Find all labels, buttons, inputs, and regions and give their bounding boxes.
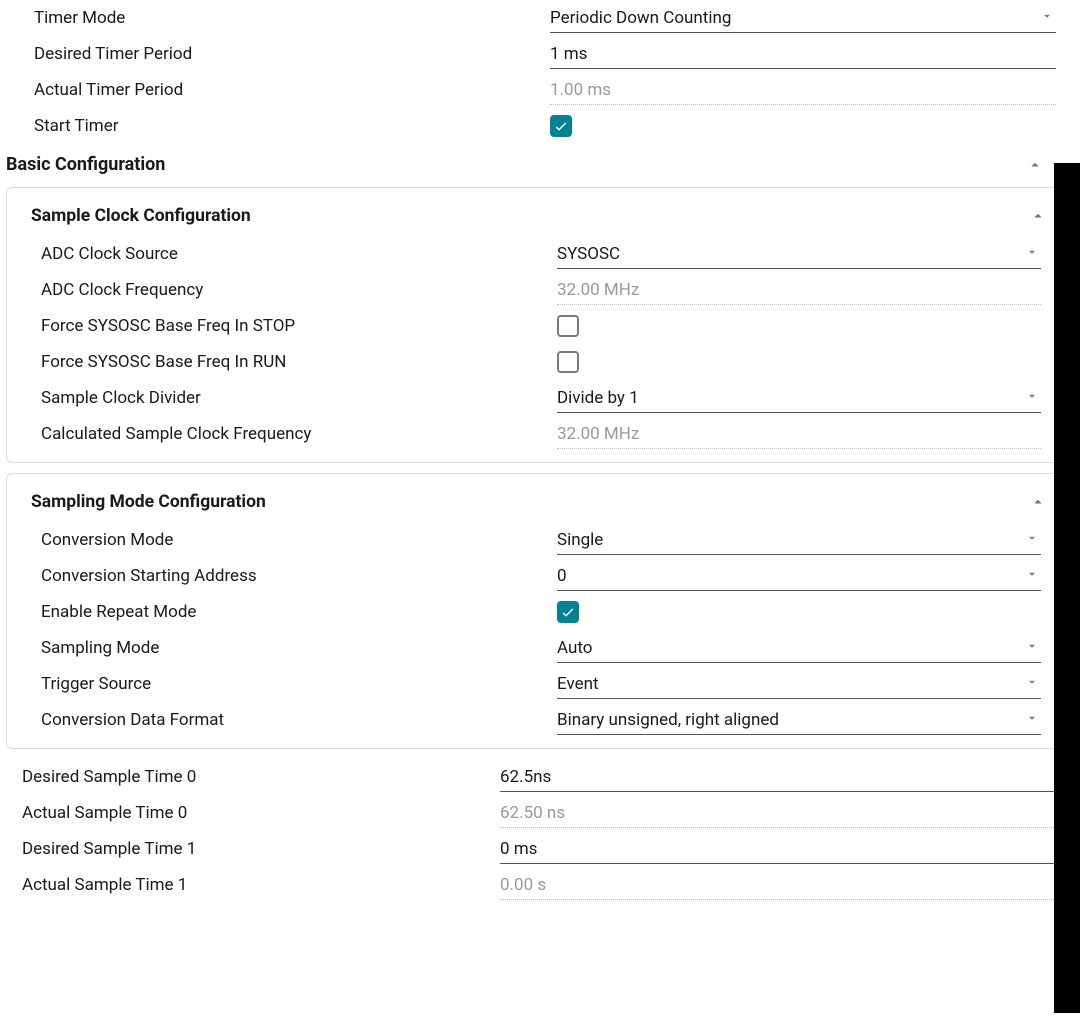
input-desired-sample-time-0[interactable]: 62.5ns	[500, 763, 1056, 792]
select-sample-clock-divider-value: Divide by 1	[557, 388, 639, 408]
row-start-timer: Start Timer	[0, 108, 1080, 144]
row-conversion-data-format: Conversion Data Format Binary unsigned, …	[7, 702, 1065, 738]
row-trigger-source: Trigger Source Event	[7, 666, 1065, 702]
caret-down-icon	[1040, 8, 1054, 28]
label-conversion-mode: Conversion Mode	[7, 530, 557, 550]
select-sampling-mode[interactable]: Auto	[557, 634, 1041, 663]
card-sampling-mode-configuration: Sampling Mode Configuration Conversion M…	[6, 473, 1066, 749]
label-force-sysosc-stop: Force SYSOSC Base Freq In STOP	[7, 316, 557, 336]
label-desired-timer-period: Desired Timer Period	[0, 44, 550, 64]
readout-actual-sample-time-0: 62.50 ns	[500, 799, 1056, 828]
label-enable-repeat-mode: Enable Repeat Mode	[7, 602, 557, 622]
row-actual-timer-period: Actual Timer Period 1.00 ms	[0, 72, 1080, 108]
select-adc-clock-source-value: SYSOSC	[557, 244, 620, 264]
label-actual-sample-time-0: Actual Sample Time 0	[0, 803, 500, 823]
row-adc-clock-source: ADC Clock Source SYSOSC	[7, 236, 1065, 272]
row-desired-sample-time-0: Desired Sample Time 0 62.5ns	[0, 759, 1080, 795]
label-actual-sample-time-1: Actual Sample Time 1	[0, 875, 500, 895]
label-start-timer: Start Timer	[0, 116, 550, 136]
card-sampling-mode-title: Sampling Mode Configuration	[31, 492, 266, 512]
row-desired-timer-period: Desired Timer Period 1 ms	[0, 36, 1080, 72]
select-conversion-mode-value: Single	[557, 530, 603, 550]
config-page: Timer Mode Periodic Down Counting Desire…	[0, 0, 1080, 903]
chevron-up-icon	[1029, 493, 1047, 511]
chevron-up-icon	[1026, 156, 1044, 174]
card-sample-clock-header[interactable]: Sample Clock Configuration	[7, 192, 1065, 236]
caret-down-icon	[1025, 710, 1039, 730]
caret-down-icon	[1025, 388, 1039, 408]
select-sampling-mode-value: Auto	[557, 638, 592, 658]
row-timer-mode: Timer Mode Periodic Down Counting	[0, 0, 1080, 36]
chevron-up-icon	[1029, 207, 1047, 225]
caret-down-icon	[1025, 674, 1039, 694]
label-timer-mode: Timer Mode	[0, 8, 550, 28]
readout-adc-clock-frequency: 32.00 MHz	[557, 276, 1041, 305]
row-actual-sample-time-1: Actual Sample Time 1 0.00 s	[0, 867, 1080, 903]
select-adc-clock-source[interactable]: SYSOSC	[557, 240, 1041, 269]
select-conversion-mode[interactable]: Single	[557, 526, 1041, 555]
label-actual-timer-period: Actual Timer Period	[0, 80, 550, 100]
checkbox-start-timer[interactable]	[550, 115, 572, 137]
label-calculated-sample-clock-frequency: Calculated Sample Clock Frequency	[7, 424, 557, 444]
black-edge-decor	[1054, 163, 1080, 1013]
select-conversion-starting-address[interactable]: 0	[557, 562, 1041, 591]
row-adc-clock-frequency: ADC Clock Frequency 32.00 MHz	[7, 272, 1065, 308]
label-trigger-source: Trigger Source	[7, 674, 557, 694]
label-sampling-mode: Sampling Mode	[7, 638, 557, 658]
row-conversion-mode: Conversion Mode Single	[7, 522, 1065, 558]
label-desired-sample-time-1: Desired Sample Time 1	[0, 839, 500, 859]
checkbox-enable-repeat-mode[interactable]	[557, 601, 579, 623]
select-sample-clock-divider[interactable]: Divide by 1	[557, 384, 1041, 413]
readout-calculated-sample-clock-frequency: 32.00 MHz	[557, 420, 1041, 449]
checkbox-force-sysosc-run[interactable]	[557, 351, 579, 373]
row-calculated-sample-clock-frequency: Calculated Sample Clock Frequency 32.00 …	[7, 416, 1065, 452]
readout-actual-timer-period: 1.00 ms	[550, 76, 1056, 105]
row-actual-sample-time-0: Actual Sample Time 0 62.50 ns	[0, 795, 1080, 831]
label-adc-clock-frequency: ADC Clock Frequency	[7, 280, 557, 300]
caret-down-icon	[1025, 244, 1039, 264]
label-sample-clock-divider: Sample Clock Divider	[7, 388, 557, 408]
label-adc-clock-source: ADC Clock Source	[7, 244, 557, 264]
select-timer-mode-value: Periodic Down Counting	[550, 8, 731, 28]
row-force-sysosc-stop: Force SYSOSC Base Freq In STOP	[7, 308, 1065, 344]
caret-down-icon	[1025, 638, 1039, 658]
row-desired-sample-time-1: Desired Sample Time 1 0 ms	[0, 831, 1080, 867]
readout-actual-sample-time-1: 0.00 s	[500, 871, 1056, 900]
row-conversion-starting-address: Conversion Starting Address 0	[7, 558, 1065, 594]
caret-down-icon	[1025, 566, 1039, 586]
checkbox-force-sysosc-stop[interactable]	[557, 315, 579, 337]
section-basic-configuration-header[interactable]: Basic Configuration	[0, 144, 1080, 181]
row-sampling-mode: Sampling Mode Auto	[7, 630, 1065, 666]
caret-down-icon	[1025, 530, 1039, 550]
select-trigger-source-value: Event	[557, 674, 599, 694]
card-sample-clock-title: Sample Clock Configuration	[31, 206, 251, 226]
select-conversion-starting-address-value: 0	[557, 566, 567, 586]
section-basic-configuration-title: Basic Configuration	[6, 154, 165, 175]
card-sample-clock-configuration: Sample Clock Configuration ADC Clock Sou…	[6, 187, 1066, 463]
select-conversion-data-format-value: Binary unsigned, right aligned	[557, 710, 779, 730]
row-force-sysosc-run: Force SYSOSC Base Freq In RUN	[7, 344, 1065, 380]
input-desired-sample-time-1[interactable]: 0 ms	[500, 835, 1056, 864]
row-enable-repeat-mode: Enable Repeat Mode	[7, 594, 1065, 630]
label-conversion-data-format: Conversion Data Format	[7, 710, 557, 730]
select-timer-mode[interactable]: Periodic Down Counting	[550, 4, 1056, 33]
select-conversion-data-format[interactable]: Binary unsigned, right aligned	[557, 706, 1041, 735]
input-desired-timer-period[interactable]: 1 ms	[550, 40, 1056, 69]
label-desired-sample-time-0: Desired Sample Time 0	[0, 767, 500, 787]
label-conversion-starting-address: Conversion Starting Address	[7, 566, 557, 586]
row-sample-clock-divider: Sample Clock Divider Divide by 1	[7, 380, 1065, 416]
select-trigger-source[interactable]: Event	[557, 670, 1041, 699]
label-force-sysosc-run: Force SYSOSC Base Freq In RUN	[7, 352, 557, 372]
card-sampling-mode-header[interactable]: Sampling Mode Configuration	[7, 478, 1065, 522]
